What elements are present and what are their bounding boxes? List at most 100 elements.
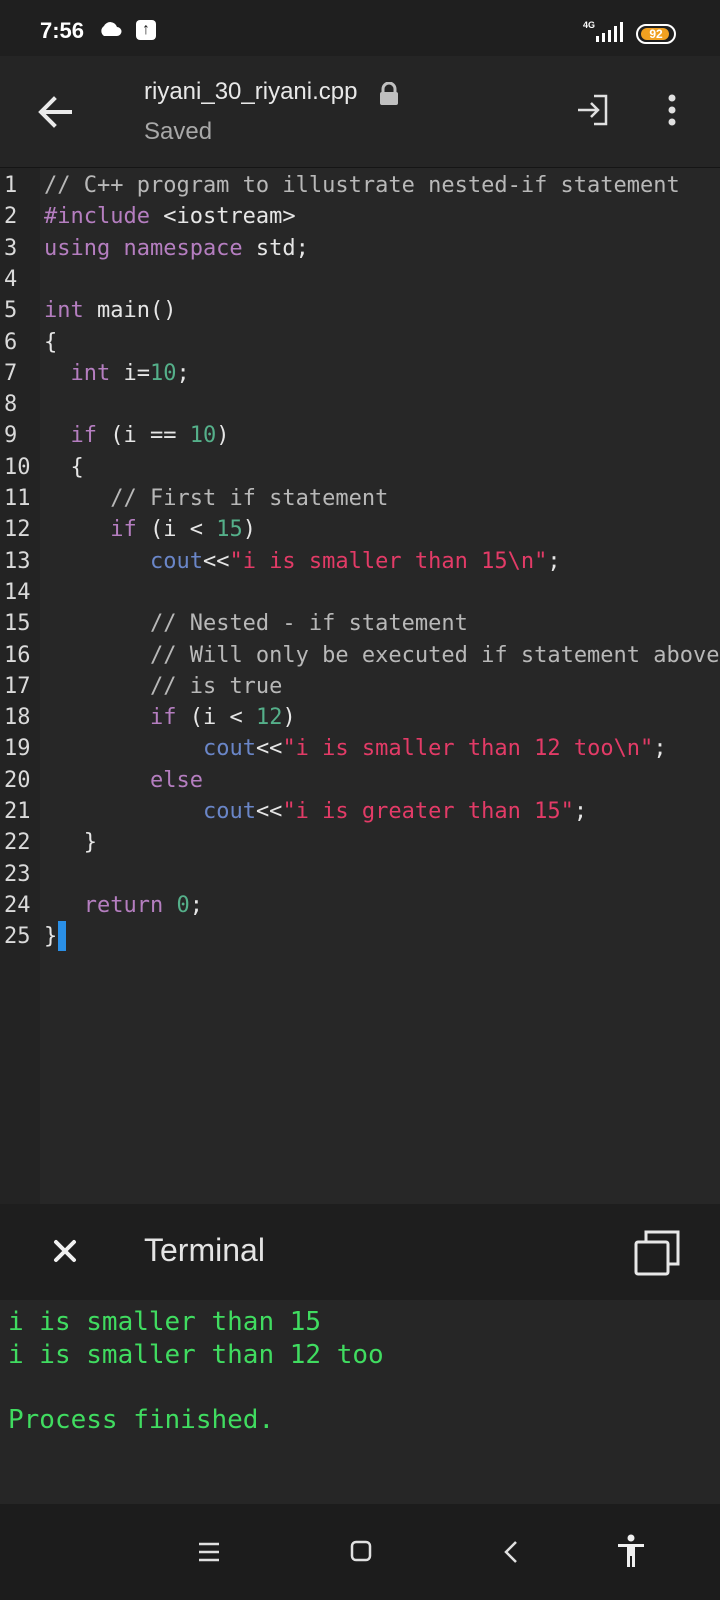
line-number: 16 xyxy=(4,642,31,668)
code-line[interactable]: 2 #include <iostream> xyxy=(0,201,720,233)
code-text[interactable]: { xyxy=(44,327,57,359)
lock-icon xyxy=(380,82,398,105)
save-status: Saved xyxy=(144,118,213,145)
code-text[interactable]: cout<<"i is smaller than 12 too\n"; xyxy=(44,733,667,765)
code-line[interactable]: 16 // Will only be executed if statement… xyxy=(0,640,720,672)
code-text[interactable]: cout<<"i is smaller than 15\n"; xyxy=(44,546,561,578)
code-line[interactable]: 21 cout<<"i is greater than 15"; xyxy=(0,796,720,828)
code-text[interactable]: // C++ program to illustrate nested-if s… xyxy=(44,170,680,202)
more-options-icon[interactable] xyxy=(660,90,684,130)
status-time: 7:56 xyxy=(40,18,85,43)
terminal-line: Process finished. xyxy=(8,1404,275,1435)
terminal-output: i is smaller than 15 i is smaller than 12… xyxy=(0,1300,720,1504)
exit-icon[interactable] xyxy=(574,90,614,130)
code-line[interactable]: 17 // is true xyxy=(0,671,720,703)
upload-icon: ↑ xyxy=(136,20,156,40)
code-line[interactable]: 1 // C++ program to illustrate nested-if … xyxy=(0,170,720,202)
code-line[interactable]: 5 int main() xyxy=(0,295,720,327)
code-text[interactable]: { xyxy=(44,452,83,484)
line-number: 13 xyxy=(4,548,31,574)
code-line[interactable]: 20 else xyxy=(0,765,720,797)
navigation-bar xyxy=(0,1504,720,1600)
back-arrow-icon[interactable] xyxy=(30,86,82,138)
status-bar: 7:56 ↑ 4G 92 xyxy=(0,0,720,56)
code-line[interactable]: 23 xyxy=(0,859,720,891)
code-text[interactable]: // Nested - if statement xyxy=(44,608,468,640)
code-line[interactable]: 22 } xyxy=(0,827,720,859)
line-number: 14 xyxy=(4,579,31,605)
line-number: 22 xyxy=(4,830,31,856)
line-number: 4 xyxy=(4,266,18,292)
close-icon[interactable] xyxy=(48,1234,82,1268)
app-bar: riyani_30_riyani.cpp Saved xyxy=(0,56,720,168)
code-line[interactable]: 19 cout<<"i is smaller than 12 too\n"; xyxy=(0,733,720,765)
code-text[interactable]: } xyxy=(44,827,97,859)
line-number: 23 xyxy=(4,861,31,887)
text-cursor xyxy=(58,921,67,952)
line-number: 1 xyxy=(4,173,18,198)
code-line[interactable]: 4 xyxy=(0,264,720,296)
code-text[interactable]: // Will only be executed if statement ab… xyxy=(44,640,720,672)
home-icon[interactable] xyxy=(350,1540,372,1562)
line-number: 19 xyxy=(4,736,31,762)
code-line[interactable]: 9 if (i == 10) xyxy=(0,420,720,452)
code-line[interactable]: 7 int i=10; xyxy=(0,358,720,390)
line-number: 11 xyxy=(4,486,31,511)
windows-icon[interactable] xyxy=(632,1228,682,1278)
menu-icon[interactable] xyxy=(196,1538,222,1566)
code-line[interactable]: 13 cout<<"i is smaller than 15\n"; xyxy=(0,546,720,578)
code-text[interactable]: cout<<"i is greater than 15"; xyxy=(44,796,587,828)
code-line[interactable]: 18 if (i < 12) xyxy=(0,702,720,734)
code-text[interactable]: // is true xyxy=(44,671,282,703)
code-text[interactable]: int i=10; xyxy=(44,358,190,390)
line-number: 2 xyxy=(4,204,18,230)
terminal-header: Terminal xyxy=(0,1204,720,1300)
code-line[interactable]: 15 // Nested - if statement xyxy=(0,608,720,640)
line-number: 21 xyxy=(4,799,31,824)
terminal-line: i is smaller than 12 too xyxy=(8,1339,384,1370)
code-line[interactable]: 10 { xyxy=(0,452,720,484)
signal-icon xyxy=(596,22,623,42)
code-text[interactable]: } xyxy=(44,921,67,953)
code-text[interactable]: return 0; xyxy=(44,890,203,922)
accessibility-icon[interactable] xyxy=(616,1534,646,1568)
line-number: 17 xyxy=(4,673,31,699)
terminal-title: Terminal xyxy=(144,1232,265,1268)
code-line[interactable]: 25} xyxy=(0,921,720,953)
line-number: 10 xyxy=(4,454,31,480)
code-text[interactable]: int main() xyxy=(44,295,176,327)
line-number: 9 xyxy=(4,423,18,449)
code-line[interactable]: 12 if (i < 15) xyxy=(0,514,720,546)
code-line[interactable]: 8 xyxy=(0,389,720,421)
back-icon[interactable] xyxy=(502,1538,520,1566)
code-text[interactable]: if (i < 12) xyxy=(44,702,296,734)
line-number: 25 xyxy=(4,924,31,950)
battery-icon: 92 xyxy=(636,24,676,44)
terminal-line: i is smaller than 15 xyxy=(8,1307,322,1337)
code-line[interactable]: 6{ xyxy=(0,327,720,359)
line-number: 15 xyxy=(4,611,31,637)
line-number: 7 xyxy=(4,360,18,386)
code-editor[interactable]: 1 // C++ program to illustrate nested-if … xyxy=(0,168,720,1204)
line-number: 3 xyxy=(4,235,18,261)
code-text[interactable]: using namespace std; xyxy=(44,233,309,265)
file-title: riyani_30_riyani.cpp xyxy=(144,78,358,105)
code-text[interactable]: // First if statement xyxy=(44,483,388,515)
line-number: 6 xyxy=(4,329,18,355)
code-line[interactable]: 14 xyxy=(0,577,720,609)
code-text[interactable]: if (i == 10) xyxy=(44,420,230,452)
line-number: 5 xyxy=(4,298,18,324)
line-number: 8 xyxy=(4,392,18,418)
line-number: 20 xyxy=(4,767,31,793)
code-line[interactable]: 3 using namespace std; xyxy=(0,233,720,265)
line-number: 12 xyxy=(4,517,31,543)
code-text[interactable]: else xyxy=(44,765,203,797)
cloud-icon xyxy=(101,22,122,36)
code-text[interactable]: if (i < 15) xyxy=(44,514,256,546)
line-number: 24 xyxy=(4,892,31,918)
line-number: 18 xyxy=(4,705,31,731)
code-line[interactable]: 11 // First if statement xyxy=(0,483,720,515)
code-line[interactable]: 24 return 0; xyxy=(0,890,720,922)
code-text[interactable]: #include <iostream> xyxy=(44,201,296,233)
battery-level: 92 xyxy=(649,27,663,41)
